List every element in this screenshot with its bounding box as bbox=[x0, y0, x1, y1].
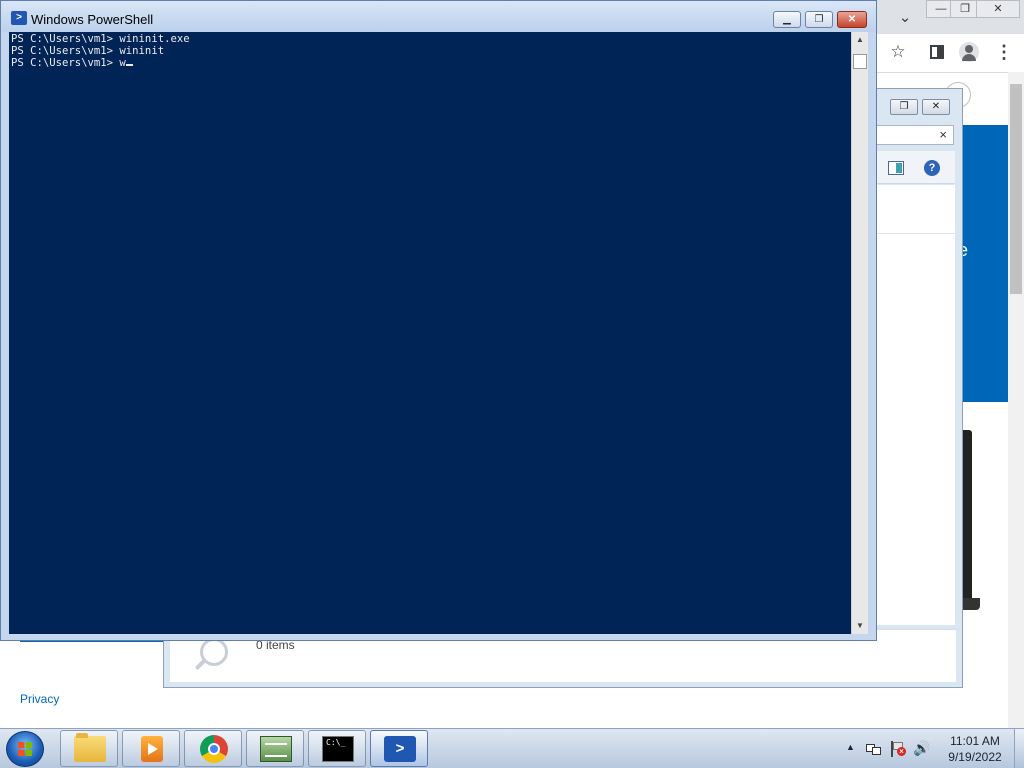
minimize-button[interactable]: ▁ bbox=[773, 11, 801, 28]
taskbar-media-player-button[interactable] bbox=[122, 730, 180, 767]
media-player-icon bbox=[141, 736, 163, 762]
console-line-3: PS C:\Users\vm1> w bbox=[11, 57, 133, 69]
side-panel-icon[interactable] bbox=[930, 45, 944, 59]
window-title: Windows PowerShell bbox=[31, 12, 154, 27]
console-input-text: PS C:\Users\vm1> w bbox=[11, 57, 126, 69]
device-image-base bbox=[962, 598, 980, 610]
network-icon[interactable] bbox=[866, 742, 882, 756]
browser-menu-icon[interactable]: ⋮ bbox=[992, 40, 1016, 64]
profile-avatar-icon[interactable] bbox=[959, 42, 979, 62]
text-cursor bbox=[125, 64, 133, 66]
device-image bbox=[962, 430, 972, 610]
powershell-icon[interactable]: > bbox=[11, 11, 27, 25]
search-clear-icon[interactable]: × bbox=[939, 127, 947, 142]
console-output[interactable]: PS C:\Users\vm1> wininit.exe PS C:\Users… bbox=[9, 32, 851, 634]
taskbar-clock[interactable]: 11:01 AM 9/19/2022 bbox=[936, 733, 1014, 765]
taskbar-task-manager-button[interactable] bbox=[246, 730, 304, 767]
tray-expand-icon[interactable]: ▲ bbox=[846, 742, 855, 752]
restore-button[interactable]: ❐ bbox=[805, 11, 833, 28]
console-scrollbar-thumb[interactable] bbox=[853, 54, 867, 69]
preview-pane-icon[interactable] bbox=[888, 161, 904, 175]
volume-icon[interactable]: 🔊 bbox=[913, 740, 930, 757]
explorer-toolbar: ? bbox=[876, 151, 955, 184]
command-prompt-icon: C:\_ bbox=[322, 736, 354, 762]
promo-banner bbox=[963, 125, 1008, 402]
powershell-taskbar-icon: > bbox=[384, 736, 416, 762]
chrome-icon bbox=[200, 735, 228, 763]
bookmark-star-icon[interactable]: ☆ bbox=[886, 40, 910, 64]
taskbar-explorer-button[interactable] bbox=[60, 730, 118, 767]
help-icon[interactable]: ? bbox=[924, 160, 940, 176]
scroll-down-arrow-icon[interactable]: ▼ bbox=[852, 618, 868, 634]
powershell-window: > Windows PowerShell ▁ ❐ ✕ PS C:\Users\v… bbox=[0, 0, 877, 641]
taskbar-cmd-button[interactable]: C:\_ bbox=[308, 730, 366, 767]
explorer-content-area bbox=[876, 185, 955, 625]
clock-time: 11:01 AM bbox=[950, 734, 1000, 748]
search-magnifier-handle bbox=[194, 657, 208, 671]
privacy-link[interactable]: Privacy bbox=[20, 692, 59, 706]
console-line-1: PS C:\Users\vm1> wininit.exe bbox=[11, 33, 190, 45]
explorer-search-input[interactable]: × bbox=[876, 125, 954, 145]
folder-icon bbox=[74, 733, 106, 762]
scroll-up-arrow-icon[interactable]: ▲ bbox=[852, 32, 868, 48]
console-line-2: PS C:\Users\vm1> wininit bbox=[11, 45, 165, 57]
taskbar-powershell-button[interactable]: > bbox=[370, 730, 428, 767]
console-scrollbar[interactable]: ▲ ▼ bbox=[851, 32, 868, 634]
start-button[interactable] bbox=[6, 731, 44, 767]
taskbar: C:\_ > ▲ × 🔊 11:01 AM 9/19/2022 bbox=[0, 728, 1024, 768]
clock-date: 9/19/2022 bbox=[948, 750, 1002, 764]
tab-search-chevron-icon[interactable]: ⌄ bbox=[893, 6, 917, 30]
action-center-flag-icon[interactable]: × bbox=[890, 741, 906, 757]
browser-close-button[interactable]: ✕ bbox=[976, 0, 1020, 18]
taskbar-chrome-button[interactable] bbox=[184, 730, 242, 767]
show-desktop-button[interactable] bbox=[1014, 729, 1024, 768]
close-button[interactable]: ✕ bbox=[837, 11, 867, 28]
explorer-restore-button[interactable]: ❐ bbox=[890, 99, 918, 115]
task-manager-icon bbox=[260, 736, 292, 762]
page-scrollbar-thumb[interactable] bbox=[1010, 84, 1022, 294]
explorer-close-button[interactable]: ✕ bbox=[922, 99, 950, 115]
